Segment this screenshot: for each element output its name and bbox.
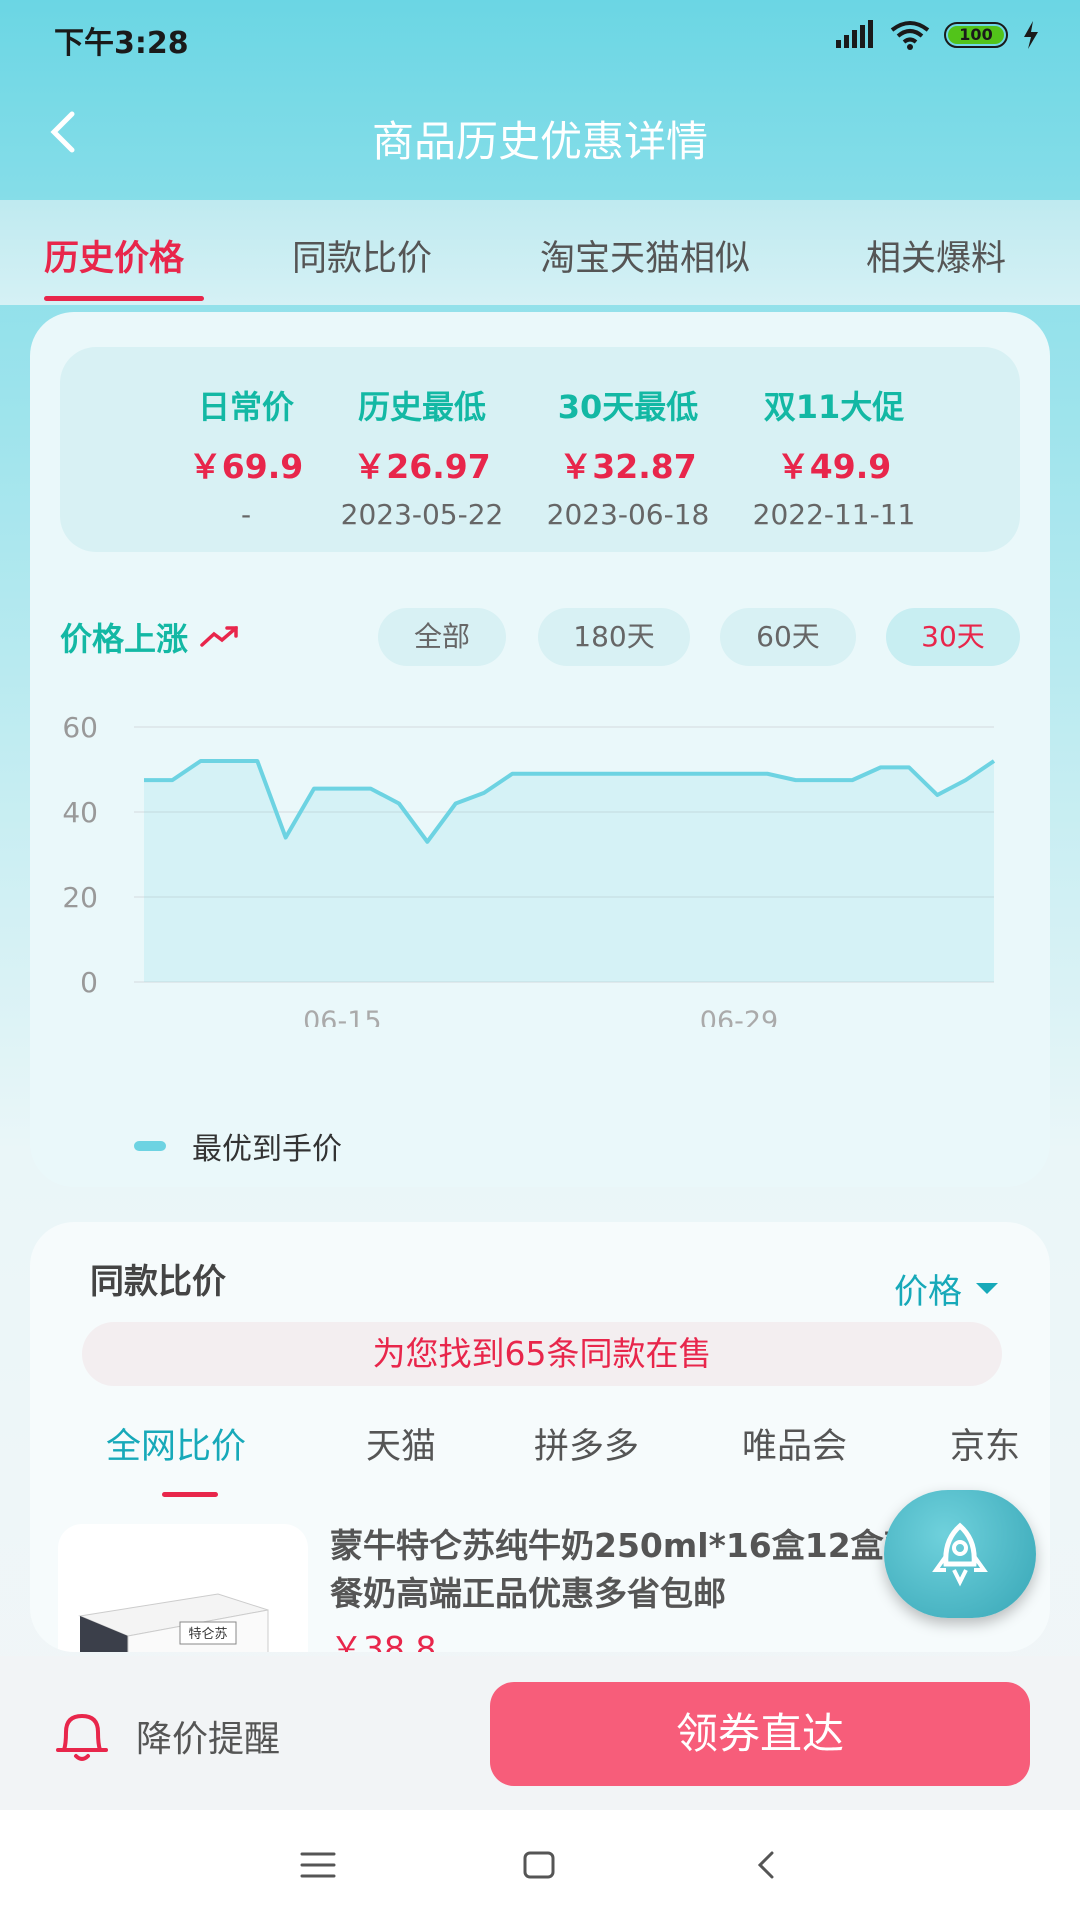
- compare-tab-underline: [162, 1492, 218, 1497]
- coupon-button[interactable]: 领券直达: [490, 1682, 1030, 1786]
- tab-vipshop[interactable]: 唯品会: [742, 1418, 847, 1469]
- x-tick-label: 06-29: [700, 1006, 778, 1027]
- box-brand-text: 特仑苏: [188, 1626, 227, 1642]
- product-image[interactable]: 特仑苏: [58, 1524, 308, 1652]
- battery-icon: 100: [944, 22, 1008, 48]
- header: 商品历史优惠详情: [0, 90, 1080, 180]
- trend-up-icon: [200, 626, 238, 647]
- bottom-action-bar: 降价提醒 领券直达: [0, 1656, 1080, 1810]
- price-value: ￥26.97: [353, 447, 491, 486]
- signal-icon: [836, 20, 873, 48]
- tab-tmall[interactable]: 天猫: [366, 1418, 436, 1469]
- price-30d-lowest: 30天最低 ￥32.87 2023-06-18: [528, 382, 728, 531]
- price-chart: 0 20 40 60 06-15 06-29: [62, 711, 996, 1027]
- sort-label: 价格: [894, 1272, 962, 1312]
- rocket-fab[interactable]: [884, 1490, 1036, 1618]
- price-label: 30天最低: [557, 388, 699, 426]
- price-history-card: 日常价 ￥69.9 - 历史最低 ￥26.97 2023-05-22 30天最低…: [30, 312, 1050, 1187]
- caret-down-icon: [976, 1283, 998, 1294]
- range-30[interactable]: 30天: [886, 608, 1020, 666]
- price-drop-reminder[interactable]: 降价提醒: [52, 1708, 280, 1764]
- price-label: 双11大促: [763, 388, 905, 426]
- system-nav-bar: [0, 1810, 1080, 1920]
- y-tick-label: 60: [62, 711, 98, 744]
- trend-label: 价格上涨: [60, 620, 189, 658]
- price-daily: 日常价 ￥69.9 -: [146, 382, 346, 531]
- status-icons: 100: [834, 20, 1040, 50]
- page-title: 商品历史优惠详情: [371, 117, 708, 166]
- charging-icon: [1024, 21, 1038, 49]
- price-label: 日常价: [197, 388, 294, 426]
- status-time: 下午3:28: [54, 26, 189, 61]
- back-icon[interactable]: [754, 1850, 778, 1880]
- price-summary: 日常价 ￥69.9 - 历史最低 ￥26.97 2023-05-22 30天最低…: [60, 347, 1020, 552]
- menu-icon[interactable]: [300, 1850, 336, 1880]
- tab-related-news[interactable]: 相关爆料: [866, 230, 1006, 281]
- tab-jd[interactable]: 京东: [950, 1418, 1020, 1469]
- found-banner: 为您找到65条同款在售: [82, 1322, 1002, 1386]
- compare-title: 同款比价: [90, 1262, 226, 1302]
- price-lowest: 历史最低 ￥26.97 2023-05-22: [322, 382, 522, 531]
- status-bar: 下午3:28 100: [0, 0, 1080, 75]
- price-trend: 价格上涨: [60, 614, 240, 660]
- price-double11: 双11大促 ￥49.9 2022-11-11: [734, 382, 934, 531]
- price-date: 2022-11-11: [752, 498, 916, 531]
- price-label: 历史最低: [357, 388, 486, 426]
- product-price: ￥38.8: [330, 1629, 437, 1652]
- tab-taobao-similar[interactable]: 淘宝天猫相似: [540, 230, 750, 281]
- price-date: 2023-05-22: [340, 498, 504, 531]
- legend-swatch: [134, 1141, 166, 1151]
- range-all[interactable]: 全部: [378, 608, 506, 666]
- price-value: ￥32.87: [559, 447, 697, 486]
- price-date: 2023-06-18: [546, 498, 710, 531]
- tab-pinduoduo[interactable]: 拼多多: [534, 1418, 639, 1469]
- tab-history-price[interactable]: 历史价格: [44, 230, 184, 281]
- tab-bar: 历史价格 同款比价 淘宝天猫相似 相关爆料: [0, 200, 1080, 305]
- y-tick-label: 0: [80, 966, 98, 999]
- range-60[interactable]: 60天: [720, 608, 856, 666]
- legend-label: 最优到手价: [192, 1132, 342, 1167]
- chart-legend: 最优到手价: [134, 1124, 342, 1168]
- home-icon[interactable]: [522, 1850, 556, 1880]
- tab-all-network[interactable]: 全网比价: [106, 1418, 246, 1469]
- y-tick-label: 40: [62, 796, 98, 829]
- wifi-icon: [890, 21, 930, 50]
- rocket-icon: [932, 1522, 988, 1587]
- remind-label: 降价提醒: [136, 1719, 281, 1760]
- sort-dropdown[interactable]: 价格: [894, 1264, 998, 1313]
- battery-level: 100: [948, 26, 1004, 44]
- range-180[interactable]: 180天: [538, 608, 690, 666]
- y-tick-label: 20: [62, 881, 98, 914]
- x-tick-label: 06-15: [303, 1006, 381, 1027]
- price-date: -: [240, 498, 252, 531]
- tab-same-compare[interactable]: 同款比价: [292, 230, 432, 281]
- bell-icon: [56, 1714, 108, 1761]
- price-value: ￥69.9: [188, 447, 304, 486]
- tab-underline: [44, 296, 204, 301]
- price-value: ￥49.9: [776, 447, 892, 486]
